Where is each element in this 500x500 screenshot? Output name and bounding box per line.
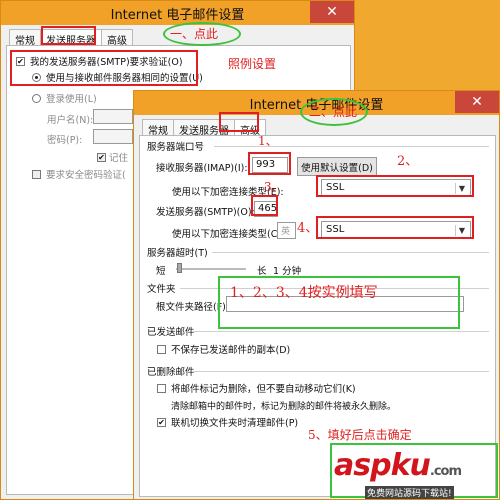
annotation-box-advanced-tab: [219, 112, 259, 132]
spa-checkbox[interactable]: [32, 170, 41, 179]
imap-label: 接收服务器(IMAP)(I):: [156, 163, 248, 174]
back-window-title: Internet 电子邮件设置: [110, 7, 245, 23]
purge-note: 清除邮箱中的邮件时，标记为删除的邮件将被永久删除。: [171, 402, 397, 412]
password-field[interactable]: [93, 129, 133, 144]
back-close-icon[interactable]: ✕: [310, 1, 354, 23]
annotation-confirm-note: 5、填好后点击确定: [308, 428, 412, 442]
timeout-value: 1 分钟: [273, 266, 302, 277]
watermark-tagline: 免费网站源码下载站!: [365, 486, 454, 499]
watermark-logo: aspku.com: [334, 448, 462, 483]
annotation-fill-note: 1、2、3、4按实例填写: [230, 285, 378, 301]
timeout-slider-track[interactable]: [176, 268, 246, 270]
purge-checkbox[interactable]: ✔: [157, 418, 166, 427]
front-close-icon[interactable]: ✕: [455, 91, 499, 113]
annotation-box-smtp: [251, 195, 278, 216]
annotation-box-enc-1: [316, 175, 474, 197]
annotation-box-enc-2: [316, 216, 474, 239]
server-ports-divider: [214, 146, 489, 147]
remember-label: 记住: [109, 153, 129, 164]
annotation-example: 照例设置: [228, 57, 277, 71]
username-label: 用户名(N):: [47, 115, 94, 126]
login-using-radio[interactable]: [32, 94, 41, 103]
annotation-step-1: 一、点此: [170, 27, 219, 41]
login-using-label: 登录使用(L): [46, 94, 97, 105]
server-ports-heading: 服务器端口号: [147, 142, 205, 153]
annotation-num-1: 1、: [258, 134, 278, 148]
annotation-num-2: 2、: [397, 154, 419, 169]
deleted-items-heading: 已删除邮件: [147, 367, 195, 378]
timeout-slider-thumb[interactable]: [177, 263, 182, 273]
spa-label: 要求安全密码验证(: [46, 170, 126, 181]
deleted-items-divider: [194, 371, 489, 372]
remember-checkbox[interactable]: ✔: [97, 153, 106, 162]
smtp-label: 发送服务器(SMTP)(O):: [156, 207, 255, 218]
no-save-sent-label: 不保存已发送邮件的副本(D): [171, 345, 291, 356]
annotation-box-outgoing-tab: [41, 26, 96, 45]
timeouts-heading: 服务器超时(T): [147, 248, 208, 259]
timeout-short-label: 短: [156, 266, 166, 277]
ime-indicator: 英: [277, 222, 296, 239]
watermark-suffix: .com: [429, 464, 462, 479]
username-field[interactable]: [93, 109, 133, 124]
timeouts-divider: [212, 252, 489, 253]
back-title-bar: Internet 电子邮件设置: [1, 1, 354, 25]
password-label: 密码(P):: [47, 135, 83, 146]
watermark-logo-text: aspku: [334, 448, 431, 483]
purge-label: 联机切换文件夹时清理邮件(P): [171, 418, 299, 429]
mark-delete-checkbox[interactable]: [157, 384, 166, 393]
timeout-long-label: 长: [257, 266, 267, 277]
sent-items-divider: [194, 331, 489, 332]
annotation-box-imap: [248, 152, 291, 175]
mark-delete-label: 将邮件标记为删除，但不要自动移动它们(K): [171, 384, 356, 395]
folders-heading: 文件夹: [147, 284, 176, 295]
encryption-label-2: 使用以下加密连接类型(C):: [172, 229, 285, 240]
annotation-num-3: 3、: [264, 180, 284, 194]
sent-items-heading: 已发送邮件: [147, 327, 195, 338]
no-save-sent-checkbox[interactable]: [157, 345, 166, 354]
annotation-box-smtp-auth: [10, 50, 198, 86]
annotation-step-2: 二、点此: [309, 105, 358, 119]
default-settings-button[interactable]: 使用默认设置(D): [297, 157, 377, 176]
